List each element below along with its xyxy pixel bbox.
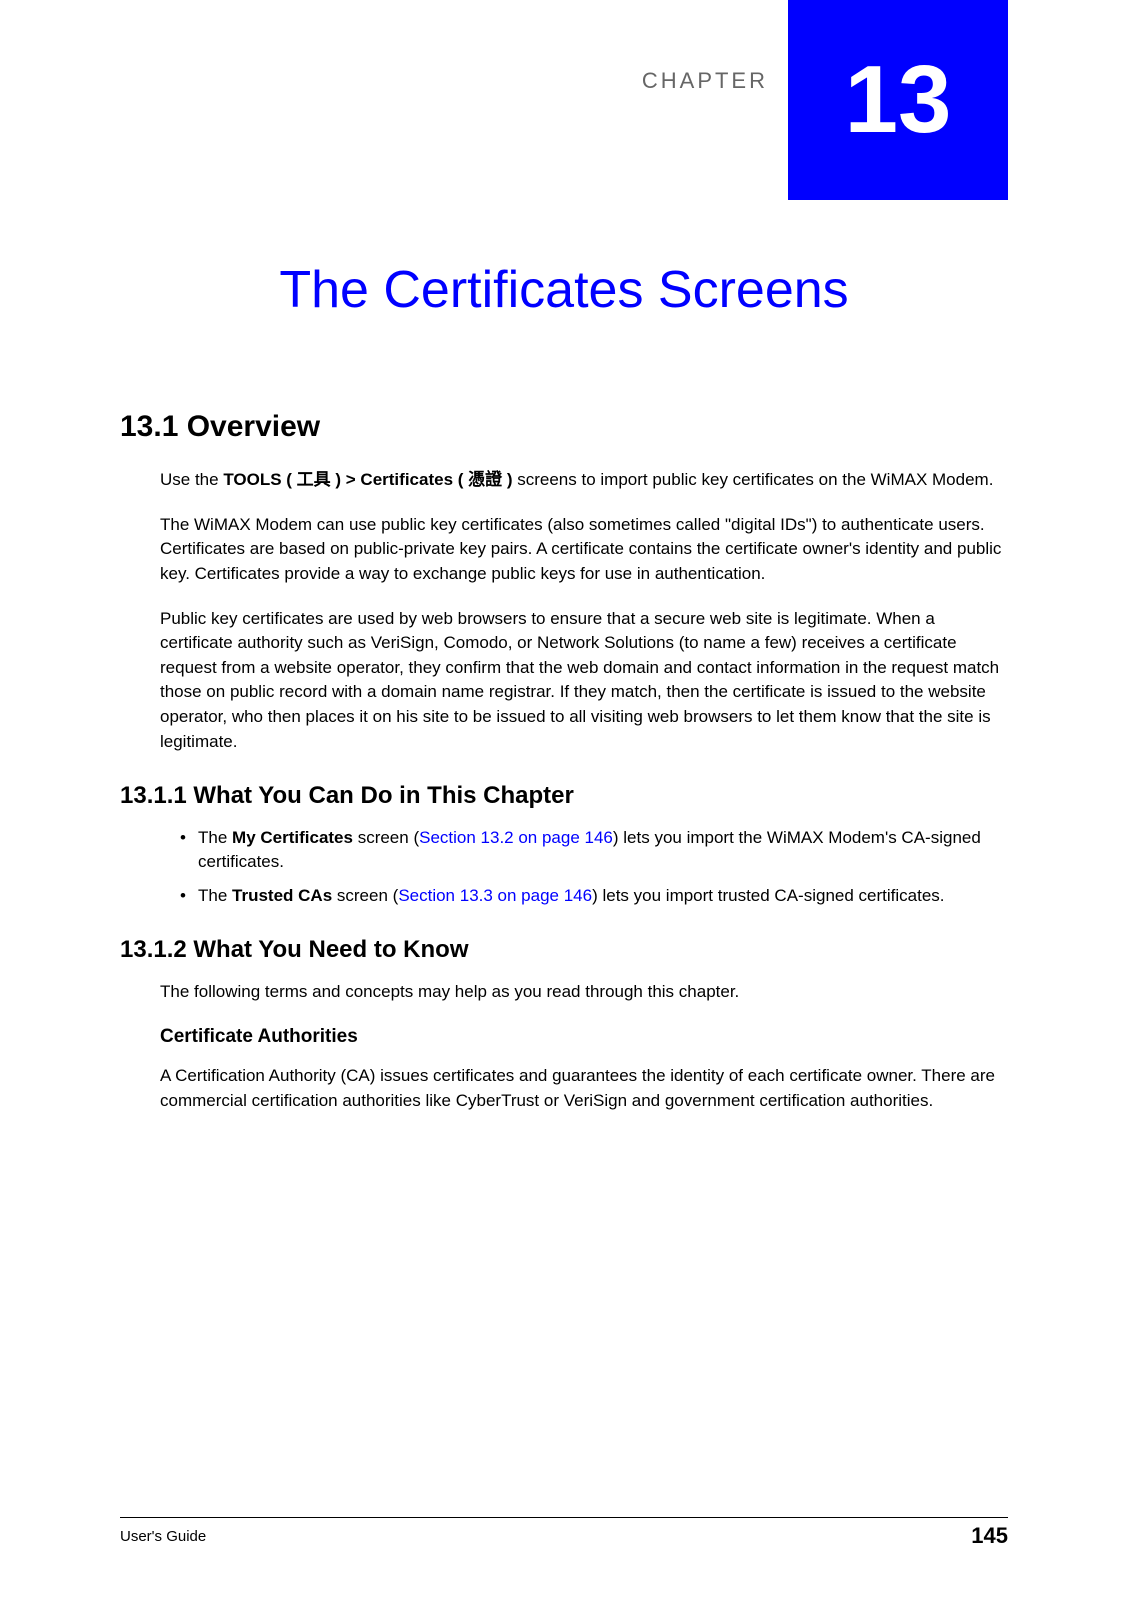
page-container: CHAPTER 13 The Certificates Screens 13.1… [0, 0, 1128, 1597]
page-footer: User's Guide 145 [120, 1517, 1008, 1549]
bullet2-post: ) lets you import trusted CA-signed cert… [592, 886, 944, 905]
content-area: 13.1 Overview Use the TOOLS ( 工具 ) > Cer… [120, 410, 1008, 1134]
list-item: The My Certificates screen (Section 13.2… [180, 826, 1008, 874]
overview-paragraph-1: Use the TOOLS ( 工具 ) > Certificates ( 憑證… [160, 468, 1008, 493]
section-13-1-1-heading: 13.1.1 What You Can Do in This Chapter [120, 782, 1008, 810]
p1-bold-path: TOOLS ( 工具 ) > Certificates ( 憑證 ) [223, 470, 512, 489]
section-13-1-heading: 13.1 Overview [120, 410, 1008, 444]
bullet1-bold: My Certificates [232, 828, 353, 847]
bullet2-mid: screen ( [332, 886, 398, 905]
list-item: The Trusted CAs screen (Section 13.3 on … [180, 884, 1008, 908]
link-section-13-2[interactable]: Section 13.2 on page 146 [419, 828, 613, 847]
chapter-number-box: 13 [788, 0, 1008, 200]
link-section-13-3[interactable]: Section 13.3 on page 146 [398, 886, 592, 905]
bullet1-mid: screen ( [353, 828, 419, 847]
what-you-need-paragraph-1: The following terms and concepts may hel… [160, 980, 1008, 1005]
certificate-authorities-paragraph: A Certification Authority (CA) issues ce… [160, 1064, 1008, 1113]
page-number: 145 [971, 1523, 1008, 1549]
bullet1-pre: The [198, 828, 232, 847]
bullet2-pre: The [198, 886, 232, 905]
overview-paragraph-3: Public key certificates are used by web … [160, 607, 1008, 755]
bullet2-bold: Trusted CAs [232, 886, 332, 905]
overview-paragraph-2: The WiMAX Modem can use public key certi… [160, 513, 1008, 587]
chapter-label: CHAPTER [642, 68, 768, 94]
chapter-number: 13 [845, 45, 952, 155]
p1-pre: Use the [160, 470, 223, 489]
footer-guide-label: User's Guide [120, 1528, 206, 1545]
section-13-1-2-heading: 13.1.2 What You Need to Know [120, 936, 1008, 964]
certificate-authorities-heading: Certificate Authorities [160, 1026, 1008, 1048]
p1-post: screens to import public key certificate… [513, 470, 994, 489]
what-you-can-do-list: The My Certificates screen (Section 13.2… [180, 826, 1008, 907]
chapter-title: The Certificates Screens [120, 260, 1008, 320]
